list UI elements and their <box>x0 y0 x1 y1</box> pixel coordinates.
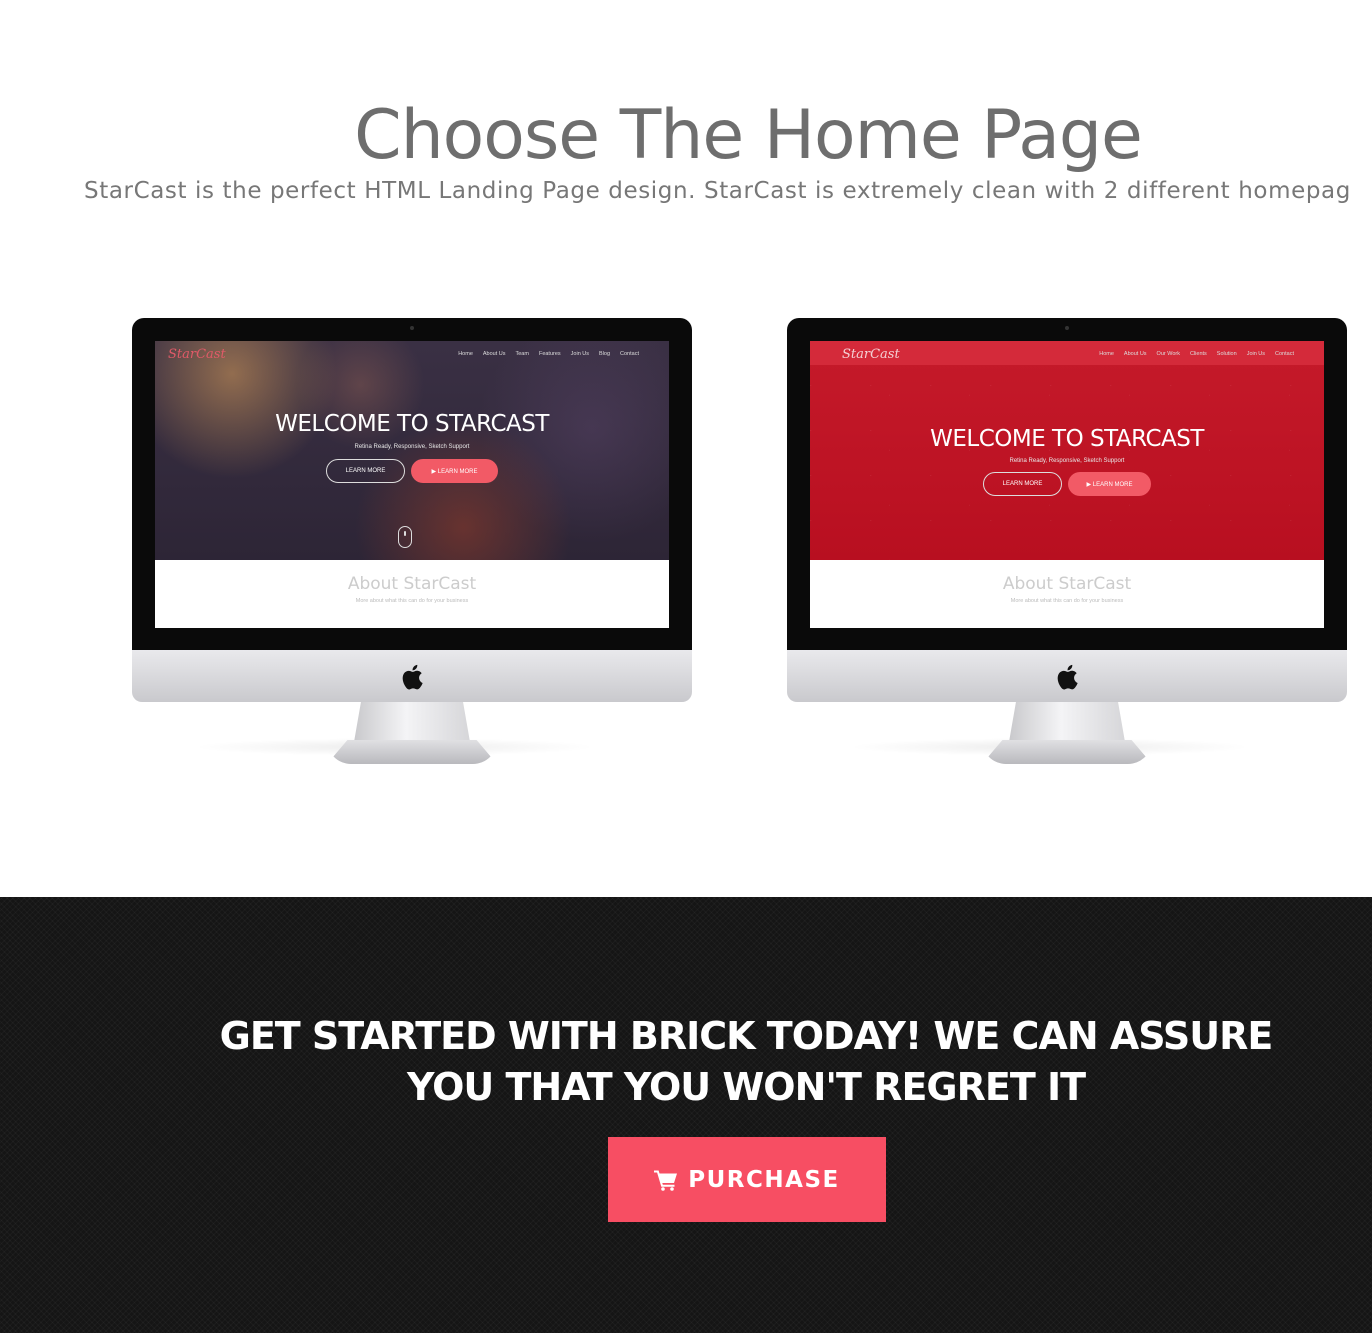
preview-nav-item: About Us <box>1123 351 1147 357</box>
imac-chin <box>132 650 692 702</box>
preview-about-subtitle: More about what this can do for your bus… <box>1010 598 1124 604</box>
imac-screen: StarCast Home About Us Our Work Clients … <box>810 341 1324 628</box>
preview-about: About StarCast More about what this can … <box>155 560 669 628</box>
preview-button-row: LEARN MORE ▶ LEARN MORE <box>155 459 669 483</box>
preview-nav-item: Features <box>538 351 561 357</box>
preview-nav: Home About Us Team Features Join Us Blog… <box>458 351 639 357</box>
section-title: Choose The Home Page <box>354 96 1143 175</box>
imac-screen: StarCast Home About Us Team Features Joi… <box>155 341 669 628</box>
choose-homepage-section: Choose The Home Page StarCast is the per… <box>0 0 1372 897</box>
preview-nav-item: Home <box>1099 351 1114 357</box>
preview-about: About StarCast More about what this can … <box>810 560 1324 628</box>
preview-hero-tagline: Retina Ready, Responsive, Sketch Support <box>1009 458 1125 464</box>
imac-stand-neck <box>1009 702 1125 742</box>
imac-chin <box>787 650 1347 702</box>
preview-logo: StarCast <box>168 347 226 362</box>
imac-camera <box>1065 326 1069 330</box>
preview-about-subtitle: More about what this can do for your bus… <box>355 598 469 604</box>
preview-nav: Home About Us Our Work Clients Solution … <box>1099 351 1294 357</box>
apple-logo-icon <box>402 664 423 690</box>
scroll-mouse-icon <box>398 526 412 548</box>
preview-nav-item: Contact <box>620 351 639 357</box>
preview-learn-more-fill: ▶ LEARN MORE <box>1068 472 1151 496</box>
preview-hero-title: WELCOME TO STARCAST <box>930 426 1204 452</box>
imac-camera <box>410 326 414 330</box>
preview-learn-more-outline: LEARN MORE <box>983 472 1062 496</box>
preview-nav-item: Team <box>515 351 529 357</box>
preview-hero-title: WELCOME TO STARCAST <box>275 411 549 437</box>
imac-stand-neck <box>354 702 470 742</box>
homepage-preview-red[interactable]: StarCast Home About Us Our Work Clients … <box>787 318 1347 778</box>
imac-stand-foot <box>327 740 497 764</box>
preview-about-title: About StarCast <box>347 574 477 594</box>
preview-logo: StarCast <box>842 347 900 362</box>
homepage-preview-dark[interactable]: StarCast Home About Us Team Features Joi… <box>132 318 692 778</box>
preview-nav-item: About Us <box>482 351 506 357</box>
preview-nav-item: Contact <box>1275 351 1294 357</box>
preview-nav-item: Clients <box>1189 351 1207 357</box>
preview-nav-item: Solution <box>1216 351 1237 357</box>
preview-nav-item: Join Us <box>570 351 590 357</box>
preview-learn-more-outline: LEARN MORE <box>326 459 405 483</box>
purchase-button-label: PURCHASE <box>688 1166 840 1193</box>
cta-heading-line-2: YOU THAT YOU WON'T REGRET IT <box>406 1065 1086 1109</box>
apple-logo-icon <box>1057 664 1078 690</box>
cta-heading-line-1: GET STARTED WITH BRICK TODAY! WE CAN ASS… <box>219 1014 1274 1058</box>
preview-about-title: About StarCast <box>1002 574 1132 594</box>
imac-stand-foot <box>982 740 1152 764</box>
cta-section: GET STARTED WITH BRICK TODAY! WE CAN ASS… <box>0 897 1372 1333</box>
shopping-cart-icon <box>654 1170 678 1191</box>
preview-learn-more-fill: ▶ LEARN MORE <box>411 459 498 483</box>
preview-nav-item: Join Us <box>1246 351 1266 357</box>
preview-nav-item: Blog <box>599 351 611 357</box>
imac-bezel: StarCast Home About Us Our Work Clients … <box>787 318 1347 650</box>
imac-bezel: StarCast Home About Us Team Features Joi… <box>132 318 692 650</box>
preview-button-row: LEARN MORE ▶ LEARN MORE <box>810 472 1324 496</box>
section-subtitle: StarCast is the perfect HTML Landing Pag… <box>84 178 1351 204</box>
preview-nav-item: Our Work <box>1156 351 1180 357</box>
preview-hero-tagline: Retina Ready, Responsive, Sketch Support <box>354 444 470 450</box>
cta-heading: GET STARTED WITH BRICK TODAY! WE CAN ASS… <box>0 1011 1372 1113</box>
preview-nav-item: Home <box>458 351 473 357</box>
purchase-button[interactable]: PURCHASE <box>608 1137 886 1222</box>
preview-hero: StarCast Home About Us Team Features Joi… <box>155 341 669 560</box>
preview-hero: StarCast Home About Us Our Work Clients … <box>810 341 1324 560</box>
